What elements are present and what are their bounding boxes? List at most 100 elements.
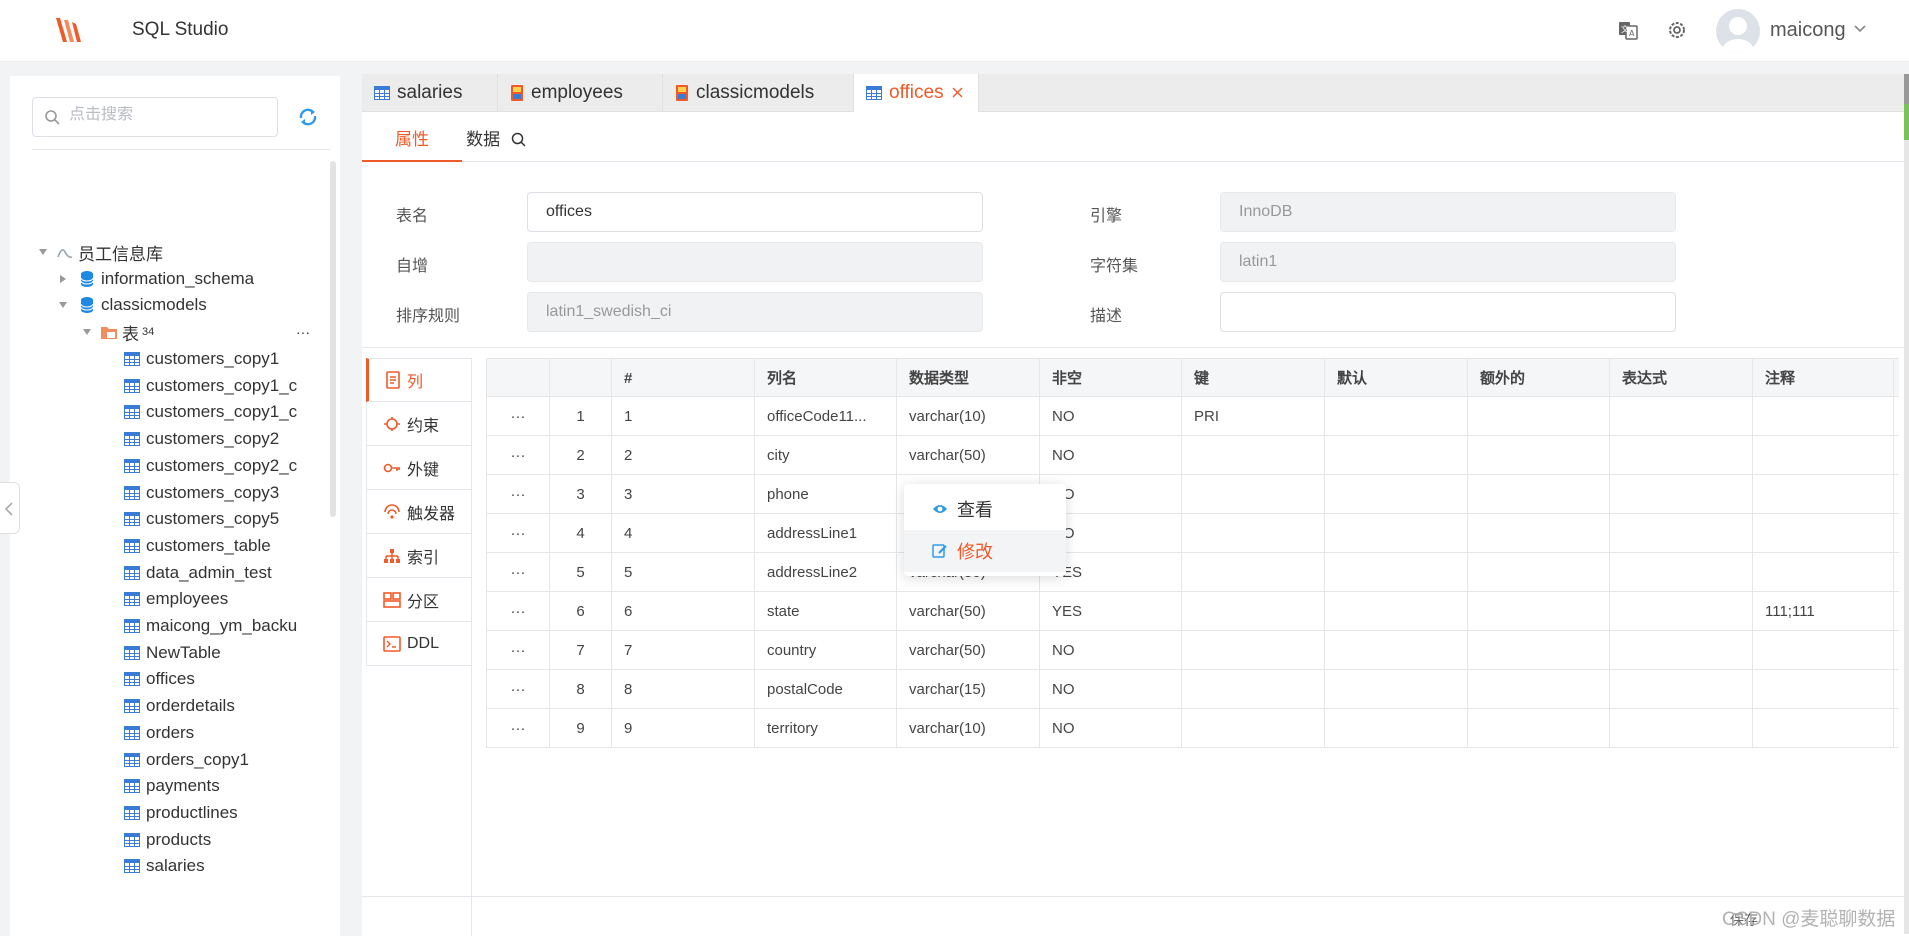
folder-more-button[interactable]: ··· [296, 319, 310, 345]
table-row[interactable]: ···33phonevarchar(50)NO [486, 475, 1899, 514]
sidebar-table-item[interactable]: orders_copy1 [124, 747, 304, 773]
row-actions-button[interactable]: ··· [486, 514, 549, 553]
caret-right-icon[interactable] [58, 274, 68, 284]
user-avatar[interactable] [1716, 9, 1760, 53]
cell-def [1324, 436, 1467, 475]
username[interactable]: maicong [1770, 19, 1846, 42]
menu-foreign-keys[interactable]: 外键 [366, 446, 472, 490]
cell-notnull: NO [1039, 397, 1181, 436]
main-scrollbar[interactable] [1904, 74, 1909, 934]
search-input[interactable] [69, 106, 269, 124]
sidebar-collapse-button[interactable] [0, 482, 20, 534]
row-actions-button[interactable]: ··· [486, 397, 549, 436]
table-icon [866, 86, 882, 100]
tab-employees[interactable]: employees [498, 74, 663, 112]
description-input[interactable] [1220, 292, 1676, 332]
caret-down-icon[interactable] [58, 300, 68, 310]
sidebar-table-item[interactable]: customers_copy1_c [124, 373, 304, 399]
tree-node-root[interactable]: 员工信息库 [56, 239, 163, 265]
row-actions-button[interactable]: ··· [486, 709, 549, 748]
table-row[interactable]: ··· 9 9 territory varchar(10) NO [486, 709, 1899, 748]
row-actions-button[interactable]: ··· [486, 436, 549, 475]
sidebar-table-item[interactable]: salaries [124, 853, 304, 879]
table-icon [124, 592, 140, 607]
tree-node-db[interactable]: information_schema [80, 266, 254, 292]
table-row[interactable]: ···55addressLine2varchar(50)YES [486, 553, 1899, 592]
table-row[interactable]: ··· 8 8 postalCode varchar(15) NO [486, 670, 1899, 709]
context-edit-item[interactable]: 修改 [904, 530, 1066, 572]
sidebar-table-item[interactable]: customers_copy2_c [124, 453, 304, 479]
cell-notnull: NO [1039, 670, 1181, 709]
engine-input[interactable] [1220, 192, 1676, 232]
tree-node-tables-folder[interactable]: 表 34 [100, 319, 154, 345]
chevron-down-icon[interactable] [1853, 24, 1867, 34]
table-row[interactable]: ··· 1 1 officeCode11... varchar(10) NO PRI [486, 397, 1899, 436]
tab-salaries[interactable]: salaries [362, 74, 498, 112]
menu-ddl[interactable]: DDL [366, 622, 472, 666]
sidebar-table-item[interactable]: NewTable [124, 640, 304, 666]
app-header: SQL Studio 文 A maicong [0, 0, 1909, 62]
sidebar-table-item[interactable]: customers_copy1 [124, 346, 304, 372]
index-icon [384, 548, 400, 563]
menu-partitions[interactable]: 分区 [366, 578, 472, 622]
sidebar-table-item[interactable]: orders [124, 720, 304, 746]
key-icon [383, 463, 400, 472]
sidebar-table-item[interactable]: customers_copy5 [124, 506, 304, 532]
table-row[interactable]: ··· 7 7 country varchar(50) NO [486, 631, 1899, 670]
table-row[interactable]: ··· 6 6 state varchar(50) YES 111;111 [486, 592, 1899, 631]
table-row[interactable]: ··· 2 2 city varchar(50) NO [486, 436, 1899, 475]
translate-icon[interactable]: 文 A [1617, 19, 1639, 41]
cell-comment [1752, 436, 1894, 475]
cell-def [1324, 397, 1467, 436]
close-icon[interactable] [952, 87, 963, 98]
caret-down-icon[interactable] [38, 247, 48, 257]
menu-columns[interactable]: 列 [366, 358, 472, 402]
table-icon [124, 565, 140, 580]
refresh-icon[interactable] [297, 106, 319, 128]
sidebar-scrollbar[interactable] [330, 161, 336, 517]
auto-increment-input[interactable] [527, 242, 983, 282]
table-name-input[interactable] [527, 192, 983, 232]
subtab-properties[interactable]: 属性 [362, 118, 462, 162]
sidebar-table-item[interactable]: productlines [124, 800, 304, 826]
sidebar-table-item[interactable]: customers_copy3 [124, 480, 304, 506]
sidebar-table-item[interactable]: customers_table [124, 533, 304, 559]
row-actions-button[interactable]: ··· [486, 592, 549, 631]
row-actions-button[interactable]: ··· [486, 475, 549, 514]
tab-offices[interactable]: offices [854, 74, 979, 112]
row-actions-button[interactable]: ··· [486, 631, 549, 670]
tree-node-db[interactable]: classicmodels [80, 292, 207, 318]
sidebar-table-item[interactable]: data_admin_test [124, 560, 304, 586]
sidebar-table-item[interactable]: offices [124, 666, 304, 692]
collation-input[interactable] [527, 292, 983, 332]
context-view-item[interactable]: 查看 [904, 488, 1066, 530]
sidebar-table-item[interactable]: orderdetails [124, 693, 304, 719]
sidebar-table-item[interactable]: customers_copy1_c [124, 399, 304, 425]
cell-type: varchar(10) [896, 709, 1039, 748]
sidebar-table-item[interactable]: customers_copy2 [124, 426, 304, 452]
table-row[interactable]: ···44addressLine1varchar(50)NO [486, 514, 1899, 553]
row-actions-button[interactable]: ··· [486, 553, 549, 592]
table-query-icon [511, 85, 523, 101]
menu-triggers[interactable]: 触发器 [366, 490, 472, 534]
sidebar-table-item[interactable]: maicong_ym_backu [124, 613, 304, 639]
search-box[interactable] [32, 97, 278, 137]
caret-down-icon[interactable] [82, 327, 92, 337]
cell-name: addressLine2 [754, 553, 896, 592]
sidebar-table-item[interactable]: employees [124, 586, 304, 612]
sidebar-table-item[interactable]: payments [124, 773, 304, 799]
charset-input[interactable] [1220, 242, 1676, 282]
sidebar-table-item[interactable]: products [124, 827, 304, 853]
cell-expr [1609, 553, 1752, 592]
table-icon [124, 512, 140, 527]
charset-label: 字符集 [1090, 258, 1139, 275]
search-icon[interactable] [511, 132, 526, 147]
table-icon [124, 805, 140, 820]
settings-gear-icon[interactable] [1666, 19, 1688, 41]
subtab-data[interactable]: 数据 [462, 118, 530, 162]
menu-constraints[interactable]: 约束 [366, 402, 472, 446]
menu-indexes[interactable]: 索引 [366, 534, 472, 578]
tables-folder-label: 表 [122, 324, 139, 344]
tab-classicmodels[interactable]: classicmodels [663, 74, 854, 112]
row-actions-button[interactable]: ··· [486, 670, 549, 709]
